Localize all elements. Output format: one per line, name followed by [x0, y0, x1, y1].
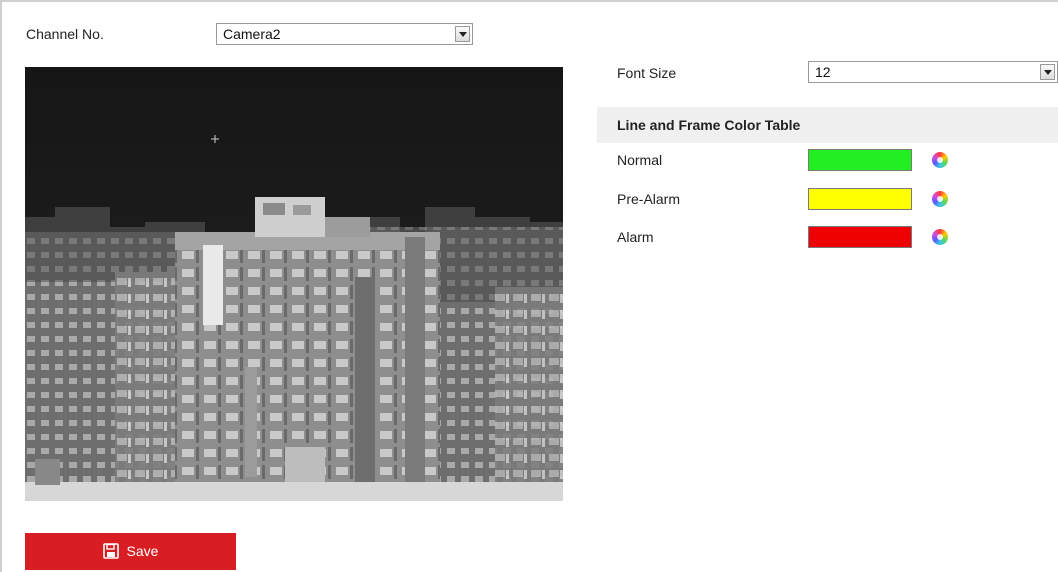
alarm-label: Alarm	[617, 229, 654, 245]
color-table-header: Line and Frame Color Table	[597, 107, 1058, 143]
chevron-down-icon[interactable]	[1040, 64, 1055, 80]
normal-label: Normal	[617, 152, 663, 168]
channel-select-value: Camera2	[223, 26, 281, 42]
font-size-select-value: 12	[815, 64, 831, 80]
save-button[interactable]: Save	[25, 533, 236, 570]
color-table-title: Line and Frame Color Table	[617, 117, 801, 133]
font-size-select[interactable]: 12	[808, 61, 1058, 83]
channel-no-label: Channel No.	[26, 26, 104, 42]
chevron-down-icon[interactable]	[455, 26, 470, 42]
thermal-image	[25, 67, 563, 501]
save-button-content: Save	[25, 543, 236, 559]
alarm-color-swatch[interactable]	[808, 226, 912, 248]
save-button-label: Save	[126, 543, 159, 559]
font-size-label: Font Size	[617, 65, 677, 81]
channel-select[interactable]: Camera2	[216, 23, 473, 45]
color-picker-icon[interactable]	[932, 152, 948, 168]
normal-color-swatch[interactable]	[808, 149, 912, 171]
pre-alarm-label: Pre-Alarm	[617, 191, 681, 207]
floppy-disk-icon	[102, 543, 119, 559]
color-picker-icon[interactable]	[932, 229, 948, 245]
pre-alarm-color-swatch[interactable]	[808, 188, 912, 210]
video-preview[interactable]	[25, 67, 563, 501]
color-picker-icon[interactable]	[932, 191, 948, 207]
